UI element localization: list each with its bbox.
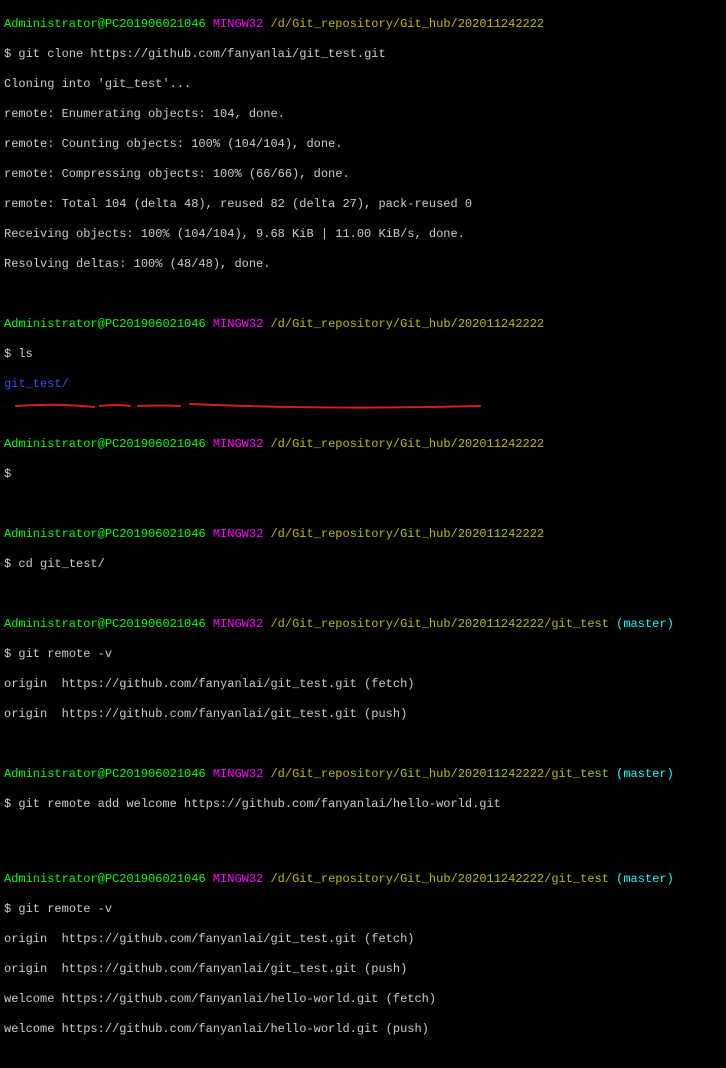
prompt-line: Administrator@PC201906021046 MINGW32 /d/… [4,317,722,332]
command-line: $ cd git_test/ [4,557,722,572]
cmd-git-remote-v: git remote -v [18,647,112,661]
blank-line [4,737,722,752]
ls-output: git_test/ [4,377,722,392]
output-line: origin https://github.com/fanyanlai/git_… [4,707,722,722]
blank-line [4,587,722,602]
cmd-git-remote-add: git remote add welcome https://github.co… [18,797,500,811]
output-line: Resolving deltas: 100% (48/48), done. [4,257,722,272]
user-host: Administrator@PC201906021046 [4,17,206,31]
blank-line [4,842,722,857]
prompt-line: Administrator@PC201906021046 MINGW32 /d/… [4,767,722,782]
blank-line [4,1052,722,1067]
command-line: $ git remote add welcome https://github.… [4,797,722,812]
prompt-line: Administrator@PC201906021046 MINGW32 /d/… [4,872,722,887]
output-line: remote: Counting objects: 100% (104/104)… [4,137,722,152]
output-line: remote: Compressing objects: 100% (66/66… [4,167,722,182]
output-line: remote: Enumerating objects: 104, done. [4,107,722,122]
blank-line [4,497,722,512]
output-line: origin https://github.com/fanyanlai/git_… [4,962,722,977]
cmd-cd: cd git_test/ [18,557,104,571]
blank-line [4,407,722,422]
output-line: Cloning into 'git_test'... [4,77,722,92]
prompt-line: Administrator@PC201906021046 MINGW32 /d/… [4,437,722,452]
prompt-line: Administrator@PC201906021046 MINGW32 /d/… [4,527,722,542]
shell-label: MINGW32 [213,17,263,31]
output-line: origin https://github.com/fanyanlai/git_… [4,677,722,692]
prompt-line: Administrator@PC201906021046 MINGW32 /d/… [4,617,722,632]
cmd-git-remote-v: git remote -v [18,902,112,916]
output-line: welcome https://github.com/fanyanlai/hel… [4,992,722,1007]
cmd-ls: ls [18,347,32,361]
terminal[interactable]: Administrator@PC201906021046 MINGW32 /d/… [0,0,726,1068]
prompt-line: Administrator@PC201906021046 MINGW32 /d/… [4,17,722,32]
branch-label: (master) [616,617,674,631]
output-line: remote: Total 104 (delta 48), reused 82 … [4,197,722,212]
empty-command: $ [4,467,722,482]
blank-line [4,287,722,302]
output-line: origin https://github.com/fanyanlai/git_… [4,932,722,947]
command-line: $ git clone https://github.com/fanyanlai… [4,47,722,62]
command-line: $ git remote -v [4,647,722,662]
command-line: $ git remote -v [4,902,722,917]
cmd-git-clone: git clone https://github.com/fanyanlai/g… [18,47,385,61]
output-line: Receiving objects: 100% (104/104), 9.68 … [4,227,722,242]
output-line: welcome https://github.com/fanyanlai/hel… [4,1022,722,1037]
cwd: /d/Git_repository/Git_hub/202011242222 [270,17,544,31]
command-line: $ ls [4,347,722,362]
